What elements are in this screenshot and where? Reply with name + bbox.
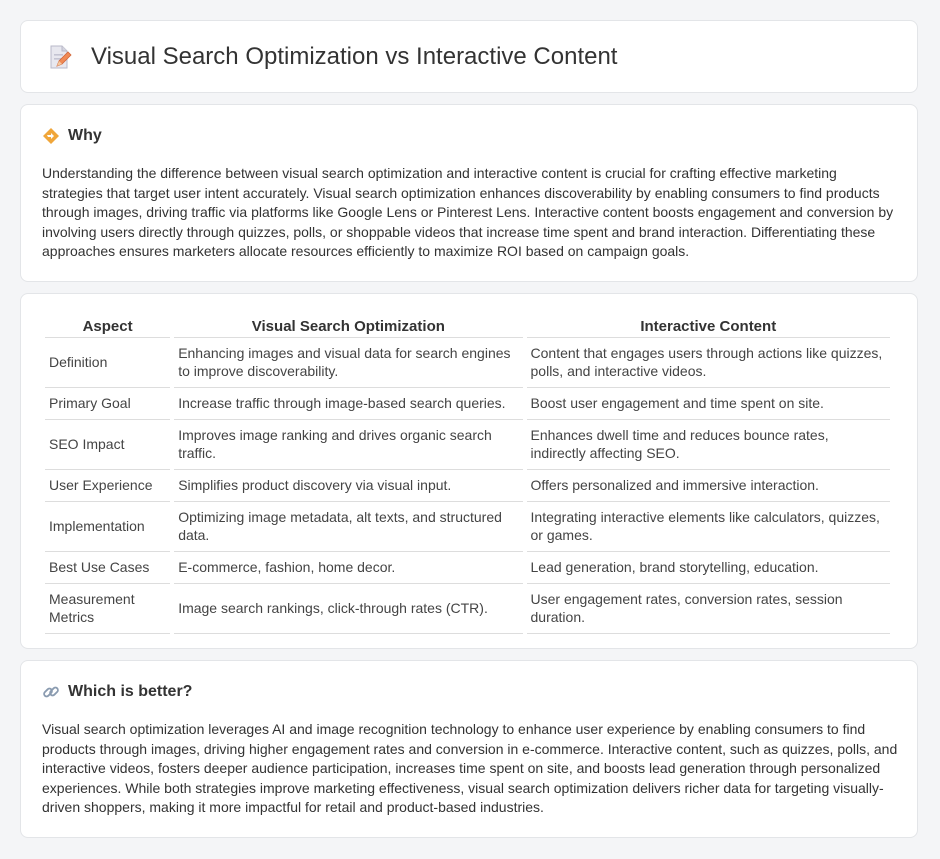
row-visual-search: Enhancing images and visual data for sea… (174, 338, 523, 388)
row-visual-search: Optimizing image metadata, alt texts, an… (174, 502, 523, 552)
title-card: Visual Search Optimization vs Interactiv… (20, 20, 918, 93)
table-row: SEO Impact Improves image ranking and dr… (45, 420, 890, 470)
row-interactive-content: Integrating interactive elements like ca… (526, 502, 890, 552)
comparison-card: Aspect Visual Search Optimization Intera… (20, 293, 918, 649)
row-interactive-content: Lead generation, brand storytelling, edu… (526, 552, 890, 584)
row-aspect: Definition (45, 338, 171, 388)
row-visual-search: Image search rankings, click-through rat… (174, 584, 523, 634)
why-heading: Why (68, 127, 102, 144)
which-is-better-heading: Which is better? (68, 683, 193, 700)
which-is-better-section: Which is better? Visual search optimizat… (20, 660, 918, 838)
row-interactive-content: Boost user engagement and time spent on … (526, 388, 890, 420)
header-interactive-content: Interactive Content (526, 315, 890, 338)
row-aspect: SEO Impact (45, 420, 171, 470)
page-title: Visual Search Optimization vs Interactiv… (91, 43, 618, 70)
row-visual-search: Increase traffic through image-based sea… (174, 388, 523, 420)
table-row: Primary Goal Increase traffic through im… (45, 388, 890, 420)
row-interactive-content: User engagement rates, conversion rates,… (526, 584, 890, 634)
why-section: Why Understanding the difference between… (20, 104, 918, 282)
row-visual-search: E-commerce, fashion, home decor. (174, 552, 523, 584)
row-interactive-content: Offers personalized and immersive intera… (526, 470, 890, 502)
row-aspect: Implementation (45, 502, 171, 552)
row-aspect: Best Use Cases (45, 552, 171, 584)
row-aspect: Measurement Metrics (45, 584, 171, 634)
diamond-signpost-icon (42, 127, 60, 145)
header-aspect: Aspect (45, 315, 171, 338)
which-is-better-body: Visual search optimization leverages AI … (42, 721, 898, 816)
table-row: User Experience Simplifies product disco… (45, 470, 890, 502)
table-row: Implementation Optimizing image metadata… (45, 502, 890, 552)
row-visual-search: Improves image ranking and drives organi… (174, 420, 523, 470)
link-icon (42, 683, 60, 701)
table-header-row: Aspect Visual Search Optimization Intera… (45, 315, 890, 338)
row-aspect: Primary Goal (45, 388, 171, 420)
row-aspect: User Experience (45, 470, 171, 502)
row-interactive-content: Enhances dwell time and reduces bounce r… (526, 420, 890, 470)
table-row: Measurement Metrics Image search ranking… (45, 584, 890, 634)
row-visual-search: Simplifies product discovery via visual … (174, 470, 523, 502)
header-visual-search: Visual Search Optimization (174, 315, 523, 338)
row-interactive-content: Content that engages users through actio… (526, 338, 890, 388)
document-pen-icon (45, 43, 73, 71)
why-body: Understanding the difference between vis… (42, 165, 894, 260)
table-row: Best Use Cases E-commerce, fashion, home… (45, 552, 890, 584)
table-row: Definition Enhancing images and visual d… (45, 338, 890, 388)
comparison-table: Aspect Visual Search Optimization Intera… (41, 315, 894, 634)
